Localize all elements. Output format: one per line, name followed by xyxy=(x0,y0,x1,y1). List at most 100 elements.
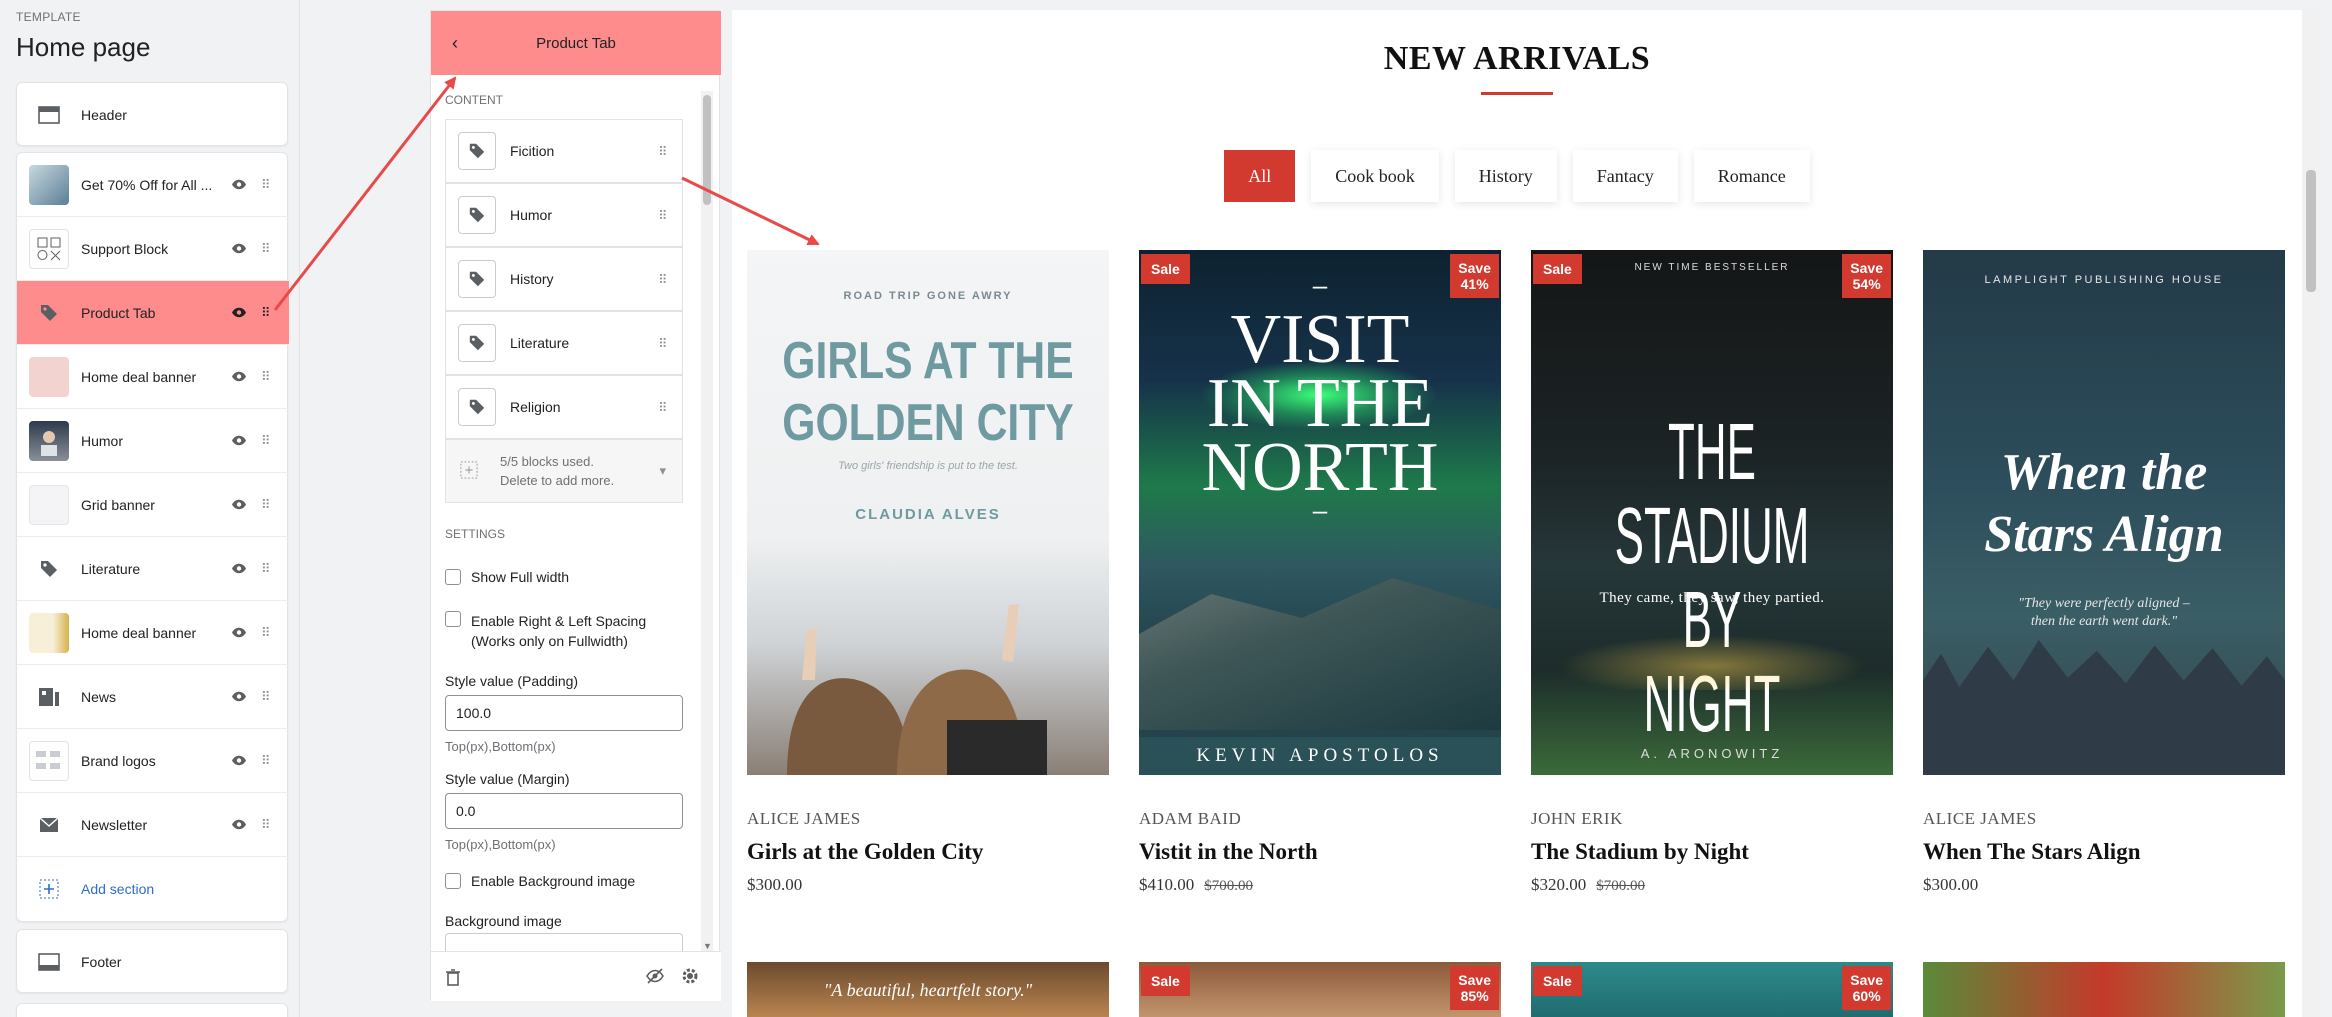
panel-scrollbar[interactable] xyxy=(701,91,713,961)
footer-section-card[interactable]: Footer xyxy=(16,929,288,993)
trash-icon[interactable] xyxy=(445,968,461,991)
eye-icon[interactable] xyxy=(229,498,249,512)
header-section-card[interactable]: Header xyxy=(16,82,288,146)
footer-section-row[interactable]: Footer xyxy=(17,930,289,994)
block-item[interactable]: History ⠿ xyxy=(445,247,683,311)
section-row-support[interactable]: Support Block ⠿ xyxy=(17,217,289,281)
tab-fantacy[interactable]: Fantacy xyxy=(1572,150,1678,202)
section-row-home-deal-banner[interactable]: Home deal banner ⠿ xyxy=(17,345,289,409)
eye-icon[interactable] xyxy=(229,370,249,384)
cover-title: When the xyxy=(2000,444,2208,501)
product-title[interactable]: Girls at the Golden City xyxy=(747,839,1109,865)
page-title: Home page xyxy=(16,32,151,62)
background-image-picker[interactable] xyxy=(445,933,683,951)
drag-handle-icon[interactable]: ⠿ xyxy=(261,690,271,703)
section-row-promo[interactable]: Get 70% Off for All ... ⠿ xyxy=(17,153,289,217)
drag-handle-icon[interactable]: ⠿ xyxy=(658,273,668,286)
drag-handle-icon[interactable]: ⠿ xyxy=(261,370,271,383)
product-title[interactable]: When The Stars Align xyxy=(1923,839,2285,865)
product-card-partial[interactable]: Sale Save 85% xyxy=(1139,962,1501,1017)
section-row-news[interactable]: News ⠿ xyxy=(17,665,289,729)
footer-layout-icon xyxy=(29,942,69,982)
block-item[interactable]: Literature ⠿ xyxy=(445,311,683,375)
spacing-checkbox[interactable]: Enable Right & Left Spacing (Works only … xyxy=(445,611,646,651)
book-cover[interactable]: LAMPLIGHT PUBLISHING HOUSE When the Star… xyxy=(1923,250,2285,775)
background-image-checkbox[interactable]: Enable Background image xyxy=(445,873,635,889)
eye-icon[interactable] xyxy=(229,626,249,640)
drag-handle-icon[interactable]: ⠿ xyxy=(261,178,271,191)
show-full-width-checkbox[interactable]: Show Full width xyxy=(445,569,569,585)
checkbox-box[interactable] xyxy=(445,873,461,889)
sale-badge: Sale xyxy=(1533,254,1582,284)
drag-handle-icon[interactable]: ⠿ xyxy=(658,337,668,350)
section-row-home-deal-banner-2[interactable]: Home deal banner ⠿ xyxy=(17,601,289,665)
section-row-literature[interactable]: Literature ⠿ xyxy=(17,537,289,601)
eye-icon[interactable] xyxy=(229,754,249,768)
book-cover[interactable]: ROAD TRIP GONE AWRY GIRLS AT THE GOLDEN … xyxy=(747,250,1109,775)
drag-handle-icon[interactable]: ⠿ xyxy=(658,401,668,414)
save-label: Save xyxy=(1850,972,1883,988)
product-card-partial[interactable] xyxy=(1923,962,2285,1017)
margin-input[interactable] xyxy=(445,793,683,829)
tag-icon xyxy=(29,293,69,333)
eye-icon[interactable] xyxy=(229,562,249,576)
product-card-partial[interactable]: Sale Save 60% xyxy=(1531,962,1893,1017)
product-card[interactable]: NEW TIME BESTSELLER THE STADIUM BY NIGHT… xyxy=(1531,250,1893,895)
section-row-grid-banner[interactable]: Grid banner ⠿ xyxy=(17,473,289,537)
section-row-product-tab[interactable]: Product Tab ⠿ xyxy=(17,281,289,345)
tab-all[interactable]: All xyxy=(1224,150,1296,202)
add-section-button[interactable]: Add section xyxy=(17,857,289,921)
drag-handle-icon[interactable]: ⠿ xyxy=(261,306,271,319)
product-title[interactable]: Vistit in the North xyxy=(1139,839,1501,865)
header-section-row[interactable]: Header xyxy=(17,83,289,147)
cover-subtitle: They came, they saw, they partied. xyxy=(1599,590,1825,606)
hide-icon[interactable] xyxy=(645,968,665,989)
product-card[interactable]: LAMPLIGHT PUBLISHING HOUSE When the Star… xyxy=(1923,250,2285,895)
block-item[interactable]: Religion ⠿ xyxy=(445,375,683,439)
drag-handle-icon[interactable]: ⠿ xyxy=(261,754,271,767)
scroll-down-arrow-icon[interactable]: ▼ xyxy=(703,941,712,951)
product-card[interactable]: – VISIT IN THE NORTH – KEVIN APOSTOLOS S… xyxy=(1139,250,1501,895)
product-title[interactable]: The Stadium by Night xyxy=(1531,839,1893,865)
eye-icon[interactable] xyxy=(229,242,249,256)
preview-scrollbar[interactable] xyxy=(2302,10,2320,1017)
preview-scroll-thumb[interactable] xyxy=(2306,170,2316,292)
checkbox-label: Enable Background image xyxy=(471,873,636,889)
product-card-partial[interactable]: "A beautiful, heartfelt story." xyxy=(747,962,1109,1017)
drag-handle-icon[interactable]: ⠿ xyxy=(261,434,271,447)
block-item[interactable]: Ficition ⠿ xyxy=(445,119,683,183)
storefront-preview: NEW ARRIVALS All Cook book History Fanta… xyxy=(732,10,2302,1017)
tab-cook-book[interactable]: Cook book xyxy=(1311,150,1439,202)
padding-input[interactable] xyxy=(445,695,683,731)
eye-icon[interactable] xyxy=(229,818,249,832)
eye-icon[interactable] xyxy=(229,434,249,448)
product-card[interactable]: ROAD TRIP GONE AWRY GIRLS AT THE GOLDEN … xyxy=(747,250,1109,895)
drag-handle-icon[interactable]: ⠿ xyxy=(658,145,668,158)
eye-icon[interactable] xyxy=(229,178,249,192)
book-cover[interactable]: – VISIT IN THE NORTH – KEVIN APOSTOLOS S… xyxy=(1139,250,1501,775)
drag-handle-icon[interactable]: ⠿ xyxy=(261,242,271,255)
book-cover[interactable]: NEW TIME BESTSELLER THE STADIUM BY NIGHT… xyxy=(1531,250,1893,775)
gear-icon[interactable] xyxy=(681,967,699,990)
drag-handle-icon[interactable]: ⠿ xyxy=(261,562,271,575)
section-row-humor[interactable]: Humor ⠿ xyxy=(17,409,289,473)
drag-handle-icon[interactable]: ⠿ xyxy=(261,818,271,831)
back-arrow-icon[interactable]: ‹ xyxy=(443,31,467,55)
cover-title: VISIT xyxy=(1230,301,1410,378)
tab-romance[interactable]: Romance xyxy=(1693,150,1810,202)
tag-icon xyxy=(458,388,496,426)
section-label: Newsletter xyxy=(81,816,148,833)
drag-handle-icon[interactable]: ⠿ xyxy=(261,498,271,511)
cover-quote: "A beautiful, heartfelt story." xyxy=(823,980,1033,1000)
checkbox-box[interactable] xyxy=(445,569,461,585)
section-row-brand-logos[interactable]: Brand logos ⠿ xyxy=(17,729,289,793)
eye-icon[interactable] xyxy=(229,306,249,320)
panel-scroll-thumb[interactable] xyxy=(703,95,711,205)
checkbox-box[interactable] xyxy=(445,611,461,627)
eye-icon[interactable] xyxy=(229,690,249,704)
drag-handle-icon[interactable]: ⠿ xyxy=(261,626,271,639)
drag-handle-icon[interactable]: ⠿ xyxy=(658,209,668,222)
section-row-newsletter[interactable]: Newsletter ⠿ xyxy=(17,793,289,857)
block-item[interactable]: Humor ⠿ xyxy=(445,183,683,247)
tab-history[interactable]: History xyxy=(1454,150,1557,202)
